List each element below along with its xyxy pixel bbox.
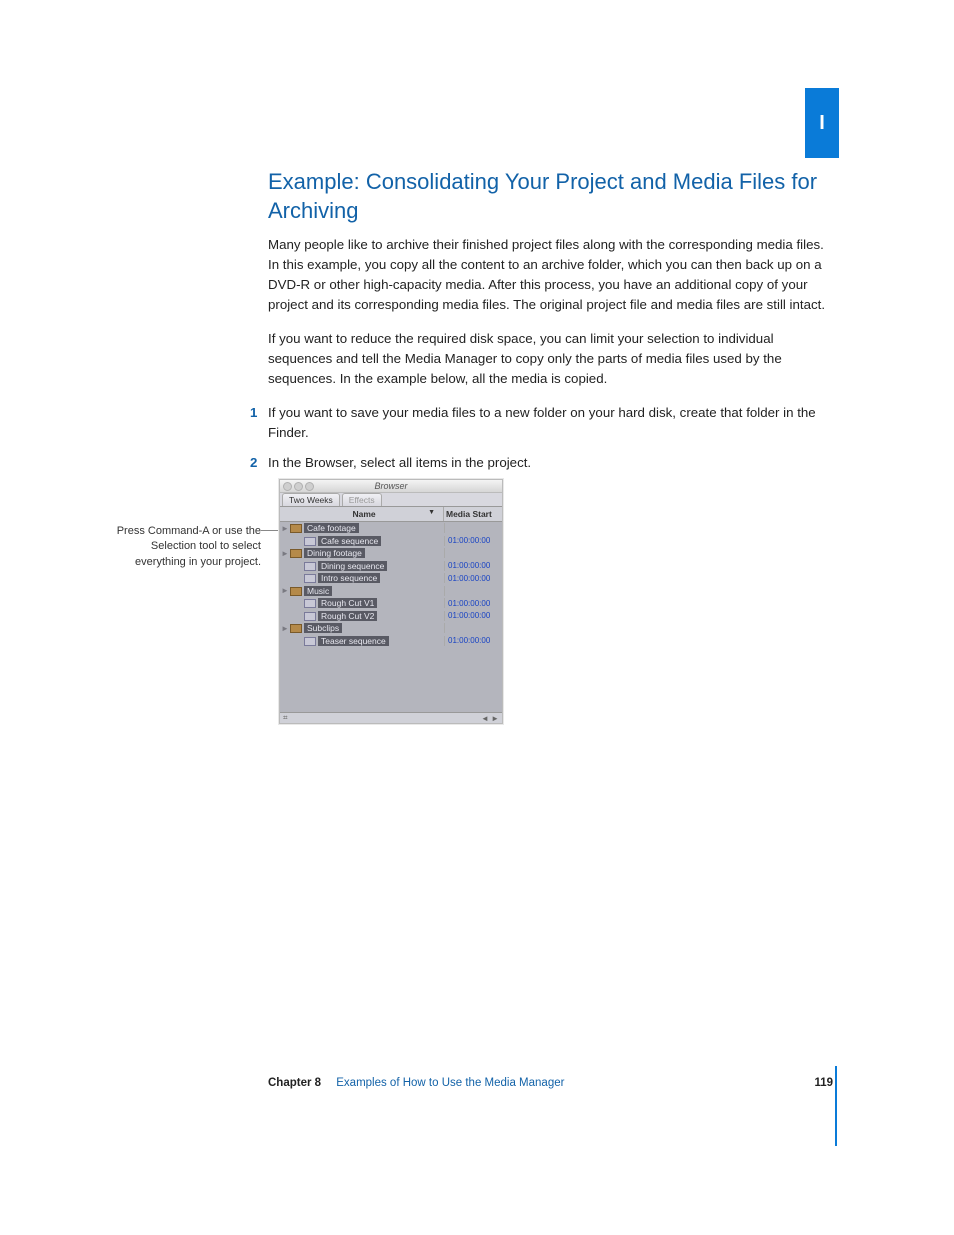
list-item[interactable]: ► Subclips [280,622,502,635]
sequence-icon [304,612,316,621]
step-1: 1 If you want to save your media files t… [268,403,833,443]
sequence-icon [304,562,316,571]
list-item[interactable]: Intro sequence 01:00:00:00 [280,572,502,585]
item-label: Cafe footage [304,523,359,533]
column-name-label: Name [352,509,375,519]
chapter-label: Chapter 8 [268,1077,321,1089]
sequence-icon [304,599,316,608]
tab-two-weeks[interactable]: Two Weeks [282,493,340,506]
caption-leader-line [261,530,279,531]
browser-footer: ⌗ ◄ ► [280,712,502,723]
traffic-lights[interactable] [283,482,314,491]
sequence-icon [304,537,316,546]
media-start-value: 01:00:00:00 [445,574,502,583]
step-2: 2 In the Browser, select all items in th… [268,453,833,473]
section-tab: I [805,88,839,158]
list-item[interactable]: ► Dining footage [280,547,502,560]
column-name[interactable]: Name ▼ [280,507,444,521]
list-item[interactable]: ► Music [280,585,502,598]
section-heading: Example: Consolidating Your Project and … [268,168,833,225]
list-item[interactable]: Rough Cut V2 01:00:00:00 [280,610,502,623]
sort-indicator-icon: ▼ [428,509,435,516]
figure-caption: Press Command-A or use the Selection too… [106,524,261,570]
browser-rows: ► Cafe footage Cafe sequence 01:00:00:00 ► Di… [280,522,502,712]
close-icon[interactable] [283,482,292,491]
nav-arrows[interactable]: ◄ ► [481,714,499,723]
item-label: Dining footage [304,548,365,558]
step-text: If you want to save your media files to … [268,405,816,440]
column-media-start[interactable]: Media Start [444,507,502,521]
sequence-icon [304,637,316,646]
item-label: Rough Cut V2 [318,611,377,621]
step-number: 1 [250,403,257,423]
window-title: Browser [374,481,407,491]
disclosure-icon[interactable]: ► [280,586,290,595]
list-item[interactable]: Rough Cut V1 01:00:00:00 [280,597,502,610]
page-number: 119 [814,1077,833,1089]
paragraph-2: If you want to reduce the required disk … [268,329,833,389]
page: I Example: Consolidating Your Project an… [0,0,954,1235]
media-start-value: 01:00:00:00 [445,536,502,545]
section-rule [835,1066,837,1146]
bin-icon [290,524,302,533]
list-item[interactable]: ► Cafe footage [280,522,502,535]
bin-icon [290,624,302,633]
item-label: Subclips [304,623,342,633]
disclosure-icon[interactable]: ► [280,549,290,558]
media-start-value: 01:00:00:00 [445,636,502,645]
step-number: 2 [250,453,257,473]
page-footer: Chapter 8 Examples of How to Use the Med… [268,1077,833,1089]
item-label: Music [304,586,332,596]
bin-icon [290,549,302,558]
zoom-icon[interactable] [305,482,314,491]
chapter-title: Examples of How to Use the Media Manager [336,1077,564,1089]
list-item[interactable]: Dining sequence 01:00:00:00 [280,560,502,573]
minimize-icon[interactable] [294,482,303,491]
sequence-icon [304,574,316,583]
step-list: 1 If you want to save your media files t… [268,403,833,473]
item-label: Intro sequence [318,573,380,583]
item-label: Teaser sequence [318,636,389,646]
media-start-value: 01:00:00:00 [445,561,502,570]
media-start-value: 01:00:00:00 [445,611,502,620]
browser-window: Browser Two Weeks Effects Name ▼ Media S… [279,479,503,724]
tab-effects[interactable]: Effects [342,493,382,506]
resize-grip-icon[interactable]: ⌗ [283,713,288,723]
paragraph-1: Many people like to archive their finish… [268,235,833,315]
column-headers: Name ▼ Media Start [280,507,502,522]
browser-titlebar: Browser [280,480,502,493]
bin-icon [290,587,302,596]
list-item[interactable]: Teaser sequence 01:00:00:00 [280,635,502,648]
item-label: Dining sequence [318,561,387,571]
media-start-value: 01:00:00:00 [445,599,502,608]
disclosure-icon[interactable]: ► [280,624,290,633]
item-label: Cafe sequence [318,536,381,546]
disclosure-icon[interactable]: ► [280,524,290,533]
item-label: Rough Cut V1 [318,598,377,608]
step-text: In the Browser, select all items in the … [268,455,531,470]
list-item[interactable]: Cafe sequence 01:00:00:00 [280,535,502,548]
content-column: Example: Consolidating Your Project and … [268,168,833,483]
browser-tabs: Two Weeks Effects [280,493,502,507]
